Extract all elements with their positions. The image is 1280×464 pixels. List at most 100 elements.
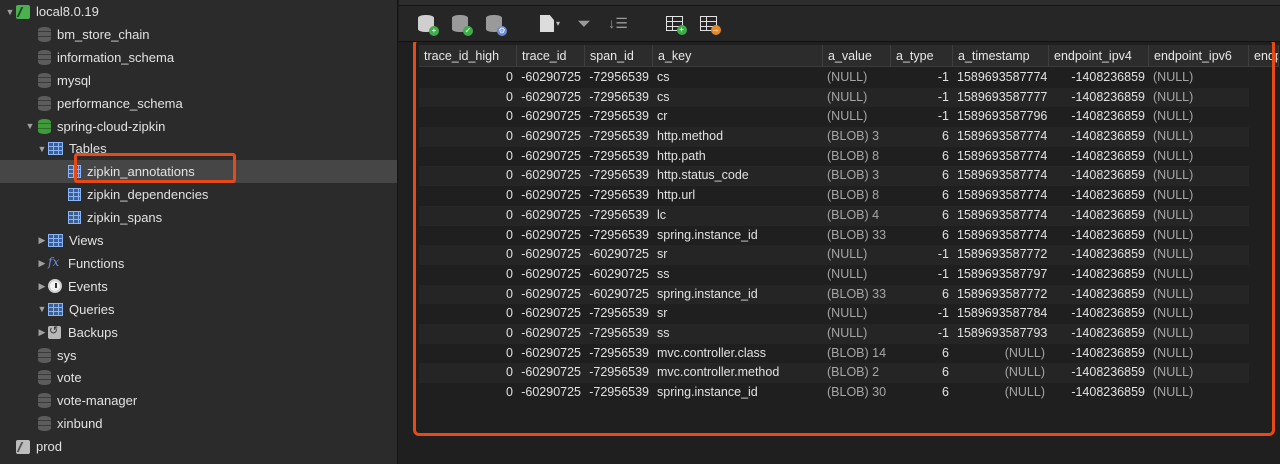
table-cell-a_value[interactable]: (NULL) [823,304,891,324]
table-cell-span_id[interactable]: -72956539 [585,383,653,403]
table-cell-endpoint_ipv4[interactable]: -1408236859 [1049,304,1149,324]
table-cell-trace_id[interactable]: -60290725 [517,68,585,88]
table-cell-trace_id_high[interactable]: 0 [419,166,517,186]
table-row[interactable]: 0 -60290725 -72956539 lc (BLOB) 4 6 1589693587… [419,205,1249,226]
chevron-down-icon[interactable]: ▼ [36,304,48,314]
table-cell-a_key[interactable]: http.status_code [653,166,823,186]
table-cell-endpoint_ipv4[interactable]: -1408236859 [1049,206,1149,226]
chevron-right-icon[interactable]: ▶ [36,258,48,269]
chevron-down-icon[interactable]: ▼ [36,144,48,154]
column-header-span_id[interactable]: span_id [585,45,653,67]
sidebar-item-mysql[interactable]: mysql [0,69,397,92]
table-cell-a_type[interactable]: -1 [891,265,953,285]
table-cell-a_key[interactable]: http.method [653,127,823,147]
table-cell-a_key[interactable]: spring.instance_id [653,226,823,246]
table-cell-a_type[interactable]: 6 [891,285,953,305]
table-cell-a_value[interactable]: (NULL) [823,265,891,285]
table-cell-a_type[interactable]: 6 [891,206,953,226]
table-cell-trace_id_high[interactable]: 0 [419,383,517,403]
table-cell-a_timestamp[interactable]: 1589693587796 [953,107,1049,127]
table-cell-a_value[interactable]: (NULL) [823,88,891,108]
table-cell-endpoint_ipv4[interactable]: -1408236859 [1049,285,1149,305]
sidebar-item-events[interactable]: ▶ Events [0,275,397,298]
table-cell-a_timestamp[interactable]: 1589693587772 [953,245,1049,265]
table-cell-endpoint_ipv6[interactable]: (NULL) [1149,88,1249,108]
table-cell-span_id[interactable]: -72956539 [585,147,653,167]
chevron-right-icon[interactable]: ▶ [36,281,48,292]
sidebar-item-local8-0-19[interactable]: ▼ local8.0.19 [0,0,397,23]
table-cell-endpoint_ipv4[interactable]: -1408236859 [1049,107,1149,127]
table-cell-span_id[interactable]: -60290725 [585,265,653,285]
table-cell-a_key[interactable]: sr [653,304,823,324]
table-cell-endpoint_ipv6[interactable]: (NULL) [1149,186,1249,206]
table-cell-endpoint_ipv6[interactable]: (NULL) [1149,107,1249,127]
new-query-icon[interactable]: ▾ [539,13,561,35]
sidebar-item-information-schema[interactable]: information_schema [0,46,397,69]
table-cell-span_id[interactable]: -72956539 [585,127,653,147]
table-row[interactable]: 0 -60290725 -72956539 sr (NULL) -1 15896935877… [419,304,1249,324]
table-cell-trace_id[interactable]: -60290725 [517,265,585,285]
table-cell-a_value[interactable]: (NULL) [823,107,891,127]
table-cell-a_type[interactable]: 6 [891,186,953,206]
table-row[interactable]: 0 -60290725 -60290725 sr (NULL) -1 15896935877… [419,245,1249,265]
table-cell-trace_id[interactable]: -60290725 [517,88,585,108]
table-cell-a_key[interactable]: lc [653,206,823,226]
table-cell-a_timestamp[interactable]: 1589693587774 [953,68,1049,88]
sidebar-item-zipkin-spans[interactable]: zipkin_spans [0,206,397,229]
column-header-trace_id_high[interactable]: trace_id_high [419,45,517,67]
column-header-a_type[interactable]: a_type [891,45,953,67]
table-cell-endpoint_ipv6[interactable]: (NULL) [1149,166,1249,186]
table-cell-trace_id[interactable]: -60290725 [517,226,585,246]
table-cell-trace_id_high[interactable]: 0 [419,68,517,88]
table-cell-a_timestamp[interactable]: 1589693587774 [953,166,1049,186]
table-cell-endpoint_ipv4[interactable]: -1408236859 [1049,383,1149,403]
table-cell-a_type[interactable]: -1 [891,107,953,127]
table-cell-trace_id[interactable]: -60290725 [517,304,585,324]
table-cell-a_timestamp[interactable]: (NULL) [953,363,1049,383]
table-cell-span_id[interactable]: -72956539 [585,107,653,127]
table-cell-a_value[interactable]: (BLOB) 4 [823,206,891,226]
chevron-down-icon[interactable]: ▼ [4,7,16,17]
column-header-endpoint_ipv4[interactable]: endpoint_ipv4 [1049,45,1149,67]
table-cell-endpoint_ipv4[interactable]: -1408236859 [1049,324,1149,344]
table-cell-endpoint_ipv4[interactable]: -1408236859 [1049,166,1149,186]
table-cell-trace_id[interactable]: -60290725 [517,383,585,403]
table-cell-trace_id_high[interactable]: 0 [419,363,517,383]
table-cell-a_timestamp[interactable]: 1589693587774 [953,206,1049,226]
table-cell-endpoint_ipv6[interactable]: (NULL) [1149,127,1249,147]
table-cell-endpoint_ipv4[interactable]: -1408236859 [1049,147,1149,167]
table-cell-a_key[interactable]: cr [653,107,823,127]
table-row[interactable]: 0 -60290725 -60290725 ss (NULL) -1 15896935877… [419,265,1249,285]
table-cell-trace_id_high[interactable]: 0 [419,344,517,364]
sidebar-item-spring-cloud-zipkin[interactable]: ▼ spring-cloud-zipkin [0,115,397,138]
sidebar-item-xinbund[interactable]: xinbund [0,412,397,435]
table-cell-trace_id_high[interactable]: 0 [419,324,517,344]
table-row[interactable]: 0 -60290725 -72956539 cs (NULL) -1 15896935877… [419,68,1249,88]
table-cell-trace_id[interactable]: -60290725 [517,127,585,147]
table-cell-endpoint_ipv4[interactable]: -1408236859 [1049,265,1149,285]
table-cell-trace_id_high[interactable]: 0 [419,245,517,265]
table-cell-a_type[interactable]: 6 [891,226,953,246]
table-cell-a_key[interactable]: cs [653,88,823,108]
table-cell-a_key[interactable]: mvc.controller.class [653,344,823,364]
table-cell-endpoint_ipv4[interactable]: -1408236859 [1049,226,1149,246]
table-cell-endpoint_ipv4[interactable]: -1408236859 [1049,344,1149,364]
chevron-right-icon[interactable]: ▶ [36,327,48,338]
table-cell-a_type[interactable]: -1 [891,68,953,88]
table-cell-trace_id_high[interactable]: 0 [419,226,517,246]
table-cell-endpoint_ipv6[interactable]: (NULL) [1149,304,1249,324]
table-cell-endpoint_ipv6[interactable]: (NULL) [1149,324,1249,344]
sidebar-item-vote[interactable]: vote [0,366,397,389]
export-table-icon[interactable]: → [697,13,721,35]
table-cell-a_value[interactable]: (NULL) [823,68,891,88]
chevron-right-icon[interactable]: ▶ [36,235,48,246]
table-cell-a_value[interactable]: (BLOB) 33 [823,226,891,246]
table-cell-trace_id[interactable]: -60290725 [517,324,585,344]
table-cell-a_type[interactable]: 6 [891,363,953,383]
table-cell-a_timestamp[interactable]: 1589693587797 [953,265,1049,285]
table-cell-endpoint_ipv4[interactable]: -1408236859 [1049,68,1149,88]
table-cell-endpoint_ipv4[interactable]: -1408236859 [1049,127,1149,147]
sidebar-item-prod[interactable]: prod [0,435,397,458]
table-cell-endpoint_ipv6[interactable]: (NULL) [1149,285,1249,305]
column-header-a_value[interactable]: a_value [823,45,891,67]
